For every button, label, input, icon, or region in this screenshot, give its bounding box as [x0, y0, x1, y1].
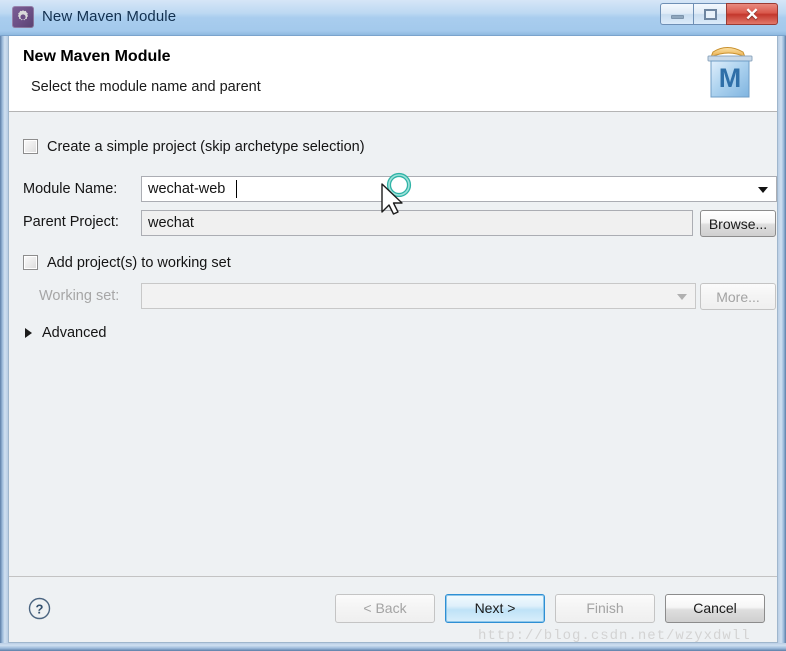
close-icon: ✕	[744, 4, 760, 24]
help-icon[interactable]: ?	[28, 597, 51, 620]
module-name-combo[interactable]	[141, 176, 777, 202]
svg-text:?: ?	[36, 602, 44, 617]
working-set-input	[141, 283, 696, 309]
advanced-label: Advanced	[42, 324, 107, 341]
simple-project-label: Create a simple project (skip archetype …	[47, 138, 365, 155]
cancel-button[interactable]: Cancel	[665, 594, 765, 623]
wizard-body: Create a simple project (skip archetype …	[9, 112, 777, 576]
footer-button-group: < Back Next > Finish Cancel	[335, 594, 765, 623]
simple-project-checkbox[interactable]	[23, 139, 38, 155]
page-subtitle: Select the module name and parent	[31, 79, 261, 95]
window-title: New Maven Module	[42, 8, 177, 25]
restore-icon	[703, 8, 717, 20]
close-button[interactable]: ✕	[726, 3, 778, 25]
working-set-add-row[interactable]: Add project(s) to working set	[23, 254, 231, 272]
minimize-icon	[670, 15, 684, 19]
window-frame-left	[0, 0, 8, 651]
new-maven-module-dialog: New Maven Module ✕ New Maven Module Sele…	[0, 0, 786, 651]
maven-gear-icon	[12, 6, 34, 28]
maximize-button[interactable]	[693, 3, 726, 25]
parent-project-label: Parent Project:	[23, 214, 119, 230]
working-set-more-button: More...	[700, 283, 776, 310]
chevron-down-icon	[677, 294, 687, 300]
window-frame-bottom	[0, 643, 786, 651]
text-caret	[236, 180, 237, 198]
add-to-working-set-label: Add project(s) to working set	[47, 254, 231, 271]
watermark-text: http://blog.csdn.net/wzyxdwll	[478, 628, 751, 644]
chevron-right-icon	[25, 327, 32, 338]
chevron-down-icon[interactable]	[758, 187, 768, 193]
title-bar[interactable]: New Maven Module ✕	[0, 0, 786, 36]
page-title: New Maven Module	[23, 48, 171, 65]
advanced-section-toggle[interactable]: Advanced	[25, 324, 107, 342]
svg-text:M: M	[719, 63, 742, 93]
wizard-banner: New Maven Module Select the module name …	[9, 36, 777, 112]
simple-project-row[interactable]: Create a simple project (skip archetype …	[23, 138, 365, 156]
working-set-label: Working set:	[39, 288, 120, 304]
back-button: < Back	[335, 594, 435, 623]
minimize-button[interactable]	[660, 3, 693, 25]
window-controls: ✕	[660, 3, 778, 25]
maven-module-icon: M	[699, 40, 765, 110]
browse-button[interactable]: Browse...	[700, 210, 776, 237]
parent-project-input[interactable]	[141, 210, 693, 236]
window-frame-right	[778, 0, 786, 651]
add-to-working-set-checkbox[interactable]	[23, 255, 38, 271]
working-set-combo	[141, 283, 696, 309]
finish-button: Finish	[555, 594, 655, 623]
module-name-label: Module Name:	[23, 181, 118, 197]
dialog-client-area: New Maven Module Select the module name …	[8, 36, 778, 643]
next-button[interactable]: Next >	[445, 594, 545, 623]
